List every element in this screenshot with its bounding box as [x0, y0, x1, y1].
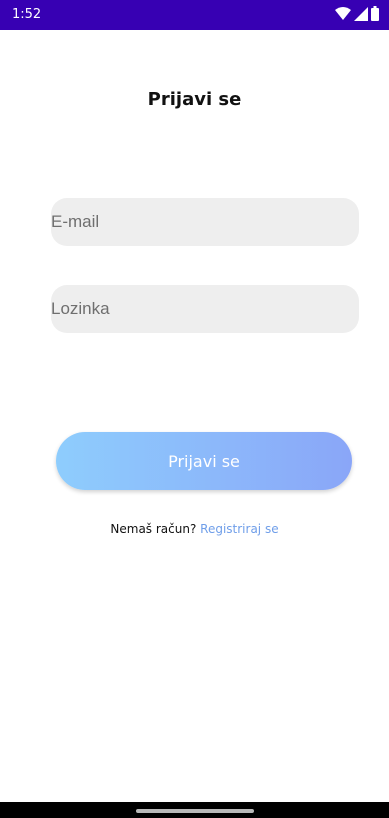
battery-icon — [371, 5, 379, 25]
email-field[interactable] — [51, 198, 359, 246]
no-account-text: Nemaš račun? — [110, 522, 197, 536]
register-link[interactable]: Registriraj se — [200, 522, 278, 536]
status-icons — [335, 5, 379, 25]
signal-icon — [354, 6, 368, 25]
status-bar: 1:52 — [0, 0, 389, 30]
login-button[interactable]: Prijavi se — [56, 432, 352, 490]
email-input[interactable] — [51, 198, 359, 246]
status-time: 1:52 — [12, 7, 42, 22]
register-prompt: Nemaš račun? Registriraj se — [0, 521, 389, 537]
password-field[interactable] — [51, 285, 359, 333]
password-input[interactable] — [51, 285, 359, 333]
wifi-icon — [335, 6, 351, 25]
home-gesture-handle[interactable] — [135, 809, 254, 813]
page-title: Prijavi se — [147, 89, 242, 110]
navigation-bar — [0, 802, 389, 818]
